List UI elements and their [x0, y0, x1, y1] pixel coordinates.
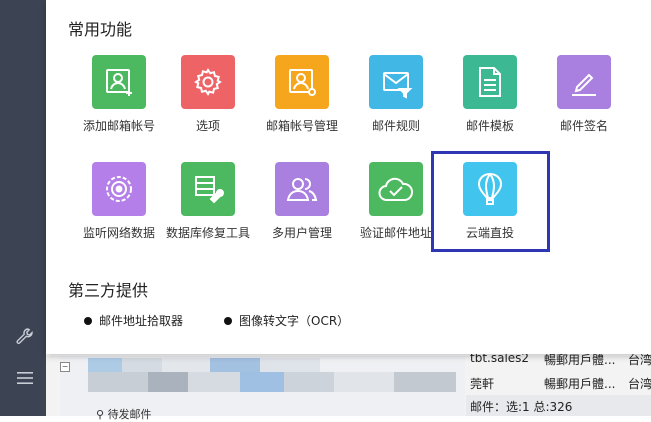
- gear-icon: [181, 55, 235, 109]
- tile-label: 添加邮箱帐号: [82, 119, 155, 133]
- cloud-check-icon: [369, 162, 423, 216]
- bullet-icon: [84, 316, 92, 325]
- status-text: 邮件：选:1 总:326: [470, 400, 573, 414]
- tree-node-outbox[interactable]: ⚲ 待发邮件: [96, 406, 152, 422]
- section-title-common: 常用功能: [68, 20, 133, 39]
- tile-mail-rules[interactable]: 邮件规则: [349, 55, 443, 155]
- blurred-content: [88, 358, 122, 372]
- database-repair-icon: [181, 162, 235, 216]
- tile-label: 验证邮件地址: [359, 226, 432, 240]
- tile-add-mailbox[interactable]: 添加邮箱帐号: [72, 55, 166, 155]
- tile-multi-user[interactable]: 多用户管理: [255, 162, 349, 262]
- target-icon: [92, 162, 146, 216]
- add-mailbox-icon: [92, 55, 146, 109]
- third-party-label: 图像转文字（OCR）: [239, 314, 350, 328]
- section-title-third-party: 第三方提供: [68, 281, 149, 300]
- account-settings-icon: [275, 55, 329, 109]
- document-icon: [463, 55, 517, 109]
- tile-options[interactable]: 选项: [161, 55, 255, 155]
- tile-label: 邮件规则: [371, 119, 420, 133]
- tile-label: 邮件签名: [559, 119, 608, 133]
- list-row[interactable]: 莞軒 暢郵用戶體... 台湾: [466, 372, 651, 394]
- tile-label: 多用户管理: [271, 226, 332, 240]
- tile-network-monitor[interactable]: 监听网络数据: [72, 162, 166, 262]
- mail-filter-icon: [369, 55, 423, 109]
- outbox-icon: ⚲: [96, 408, 108, 421]
- tile-mail-templates[interactable]: 邮件模板: [443, 55, 537, 155]
- collapse-icon[interactable]: −: [60, 362, 70, 372]
- status-bar: 邮件：选:1 总:326: [466, 395, 651, 416]
- wrench-icon[interactable]: [14, 326, 36, 348]
- tile-label: 选项: [195, 119, 220, 133]
- tile-database-repair[interactable]: 数据库修复工具: [161, 162, 255, 262]
- tile-mail-signature[interactable]: 邮件签名: [537, 55, 631, 155]
- third-party-ocr[interactable]: 图像转文字（OCR）: [224, 312, 349, 329]
- selection-highlight: [431, 151, 550, 252]
- tools-panel: 常用功能 添加邮箱帐号 选项 邮箱帐号管理 邮件规则 邮件模板 邮件签名 监听网…: [46, 0, 651, 354]
- tile-account-management[interactable]: 邮箱帐号管理: [255, 55, 349, 155]
- users-icon: [275, 162, 329, 216]
- tile-label: 监听网络数据: [82, 226, 155, 240]
- pen-icon: [557, 55, 611, 109]
- tile-verify-address[interactable]: 验证邮件地址: [349, 162, 443, 262]
- bullet-icon: [224, 316, 232, 325]
- third-party-label: 邮件地址拾取器: [99, 314, 184, 328]
- menu-icon[interactable]: [14, 367, 36, 389]
- tile-label: 数据库修复工具: [165, 226, 250, 240]
- tile-label: 邮箱帐号管理: [265, 119, 338, 133]
- tile-label: 邮件模板: [465, 119, 514, 133]
- third-party-email-collector[interactable]: 邮件地址拾取器: [84, 312, 183, 329]
- left-toolbar: [0, 0, 46, 416]
